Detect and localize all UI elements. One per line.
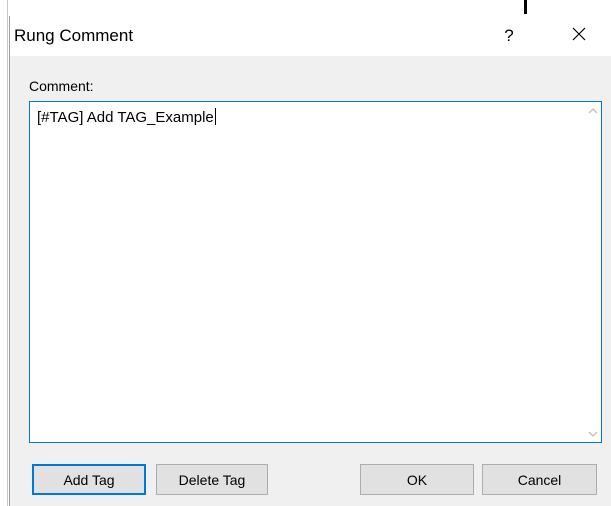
scroll-down-button[interactable]: [584, 425, 601, 442]
add-tag-button[interactable]: Add Tag: [32, 464, 146, 495]
chevron-down-icon: [588, 425, 598, 443]
scroll-up-button[interactable]: [584, 102, 601, 119]
rung-comment-dialog: Rung Comment ? Comment: [#TAG] Add TAG_E…: [9, 16, 611, 506]
close-button[interactable]: [556, 16, 602, 56]
background-divider: [7, 0, 8, 506]
ok-button[interactable]: OK: [360, 464, 474, 495]
delete-tag-button[interactable]: Delete Tag: [156, 464, 268, 495]
title-bar[interactable]: Rung Comment ?: [10, 16, 611, 56]
vertical-scrollbar[interactable]: [584, 102, 601, 442]
comment-text-value: [#TAG] Add TAG_Example: [37, 109, 214, 126]
close-icon: [571, 26, 587, 47]
comment-text: [#TAG] Add TAG_Example: [37, 108, 216, 126]
comment-textarea[interactable]: [#TAG] Add TAG_Example: [29, 101, 602, 443]
dialog-title: Rung Comment: [14, 26, 134, 45]
background-cursor: [524, 0, 527, 14]
chevron-up-icon: [588, 102, 598, 120]
cancel-button[interactable]: Cancel: [482, 464, 597, 495]
comment-label: Comment:: [29, 78, 94, 94]
help-button[interactable]: ?: [486, 16, 532, 56]
text-caret: [214, 108, 216, 125]
